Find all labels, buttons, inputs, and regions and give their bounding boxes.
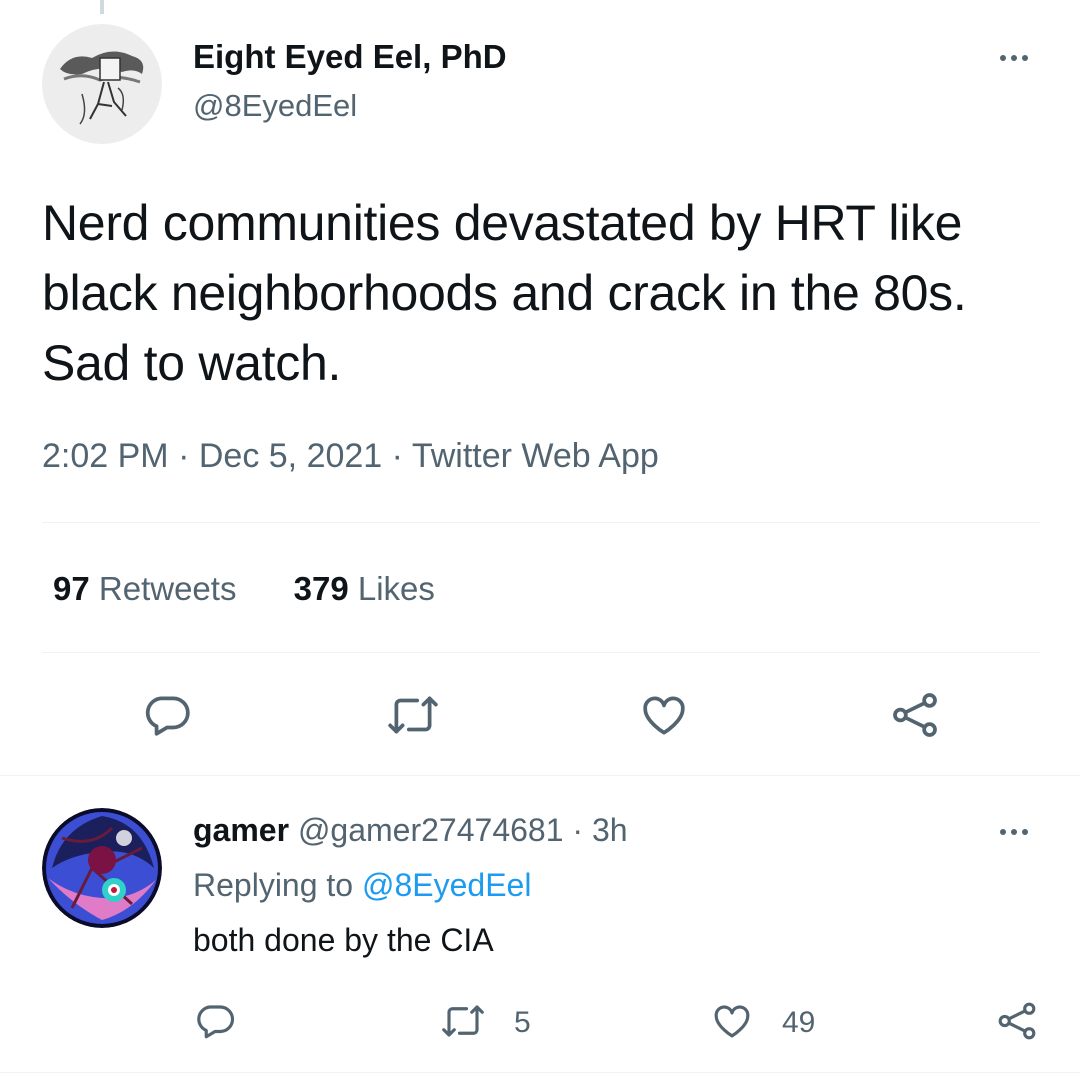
likes-label: Likes	[357, 570, 435, 607]
heart-icon	[643, 696, 685, 735]
retweet-arrows-icon	[442, 1005, 484, 1037]
replying-handle-link[interactable]: @8EyedEel	[362, 867, 531, 903]
share-nodes-icon	[998, 1002, 1036, 1040]
reply-retweet-count: 5	[514, 1006, 531, 1039]
meta-separator: ·	[178, 437, 190, 475]
more-options-button[interactable]	[1000, 55, 1028, 61]
tweet-text: Nerd communities devastated by HRT like …	[42, 195, 967, 391]
reply-author-name[interactable]: gamer	[193, 812, 289, 848]
reply-button[interactable]	[142, 690, 192, 740]
tweet-time[interactable]: 2:02 PM	[42, 437, 169, 475]
replying-label: Replying to	[193, 867, 354, 903]
tweet-meta: 2:02 PM · Dec 5, 2021 · Twitter Web App	[42, 437, 659, 476]
divider	[0, 775, 1080, 776]
reply-age[interactable]: 3h	[592, 812, 628, 848]
replying-to: Replying to @8EyedEel	[193, 867, 531, 904]
speech-bubble-icon	[145, 696, 190, 736]
reply-retweet-button[interactable]	[440, 1000, 486, 1042]
thread-connector-line	[100, 0, 104, 14]
reply-author-avatar[interactable]	[42, 808, 162, 928]
more-dots-icon	[1000, 55, 1006, 61]
like-button[interactable]	[638, 690, 690, 740]
reply-header: gamer @gamer27474681 · 3h	[193, 812, 628, 849]
more-dots-icon	[1000, 829, 1006, 835]
author-handle[interactable]: @8EyedEel	[193, 88, 357, 124]
speech-bubble-icon	[197, 1005, 235, 1039]
tweet-date[interactable]: Dec 5, 2021	[199, 437, 382, 475]
meta-separator: ·	[391, 437, 403, 475]
retweets-label: Retweets	[98, 570, 237, 607]
author-name[interactable]: Eight Eyed Eel, PhD	[193, 38, 507, 76]
reply-author-handle[interactable]: @gamer27474681	[298, 812, 564, 848]
reply-share-button[interactable]	[996, 1000, 1038, 1042]
likes-count: 379	[293, 570, 349, 607]
share-nodes-icon	[893, 693, 937, 737]
reply-separator: ·	[572, 812, 584, 848]
divider	[42, 652, 1040, 653]
reply-like-count: 49	[782, 1006, 816, 1039]
reply-more-options-button[interactable]	[1000, 829, 1028, 835]
divider	[42, 522, 1040, 523]
divider	[0, 1072, 1080, 1073]
likes-stat[interactable]: 379 Likes	[294, 570, 435, 607]
reply-like-button[interactable]	[710, 1000, 754, 1042]
reply-text: both done by the CIA	[193, 922, 494, 958]
retweets-stat[interactable]: 97 Retweets	[53, 570, 236, 607]
retweets-count: 97	[53, 570, 90, 607]
share-button[interactable]	[890, 690, 940, 740]
retweet-arrows-icon	[388, 696, 438, 734]
retweet-button[interactable]	[386, 690, 440, 740]
engagement-stats: 97 Retweets 379 Likes	[53, 570, 483, 608]
author-avatar[interactable]	[42, 24, 162, 144]
heart-icon	[714, 1005, 750, 1038]
tweet-source[interactable]: Twitter Web App	[412, 437, 659, 475]
reply-reply-button[interactable]	[194, 1000, 236, 1042]
